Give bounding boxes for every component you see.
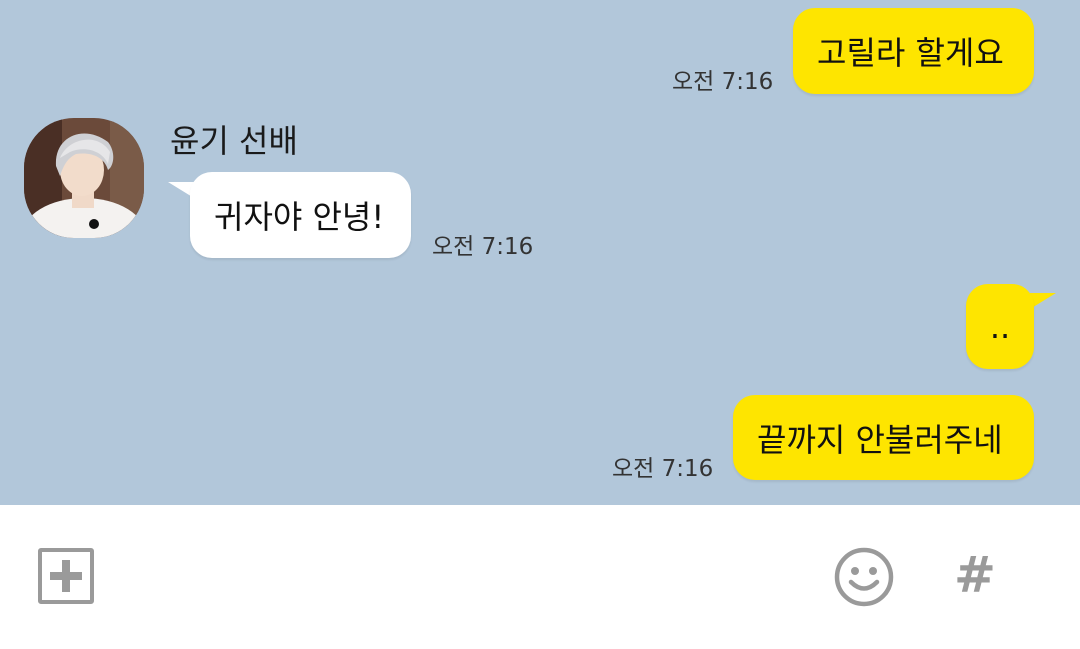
message-bubble-outgoing[interactable]: 고릴라 할게요 — [793, 8, 1034, 94]
message-bubble-incoming[interactable]: 귀자야 안녕! — [190, 172, 411, 258]
sender-name: 윤기 선배 — [170, 122, 298, 160]
chat-area: 고릴라 할게요 오전 7:16 윤기 선배 귀자야 안녕! 오전 7:16 ..… — [0, 0, 1080, 505]
message-text: 끝까지 안불러주네 — [757, 420, 1003, 459]
hashtag-button[interactable]: # — [952, 548, 998, 602]
input-bar — [0, 505, 1080, 649]
message-timestamp: 오전 7:16 — [672, 69, 774, 95]
message-bubble-outgoing[interactable]: 끝까지 안불러주네 — [733, 395, 1034, 480]
smiley-icon[interactable] — [833, 546, 895, 608]
message-text: .. — [989, 307, 1011, 346]
message-timestamp: 오전 7:16 — [432, 234, 534, 260]
plus-square-icon[interactable] — [38, 548, 94, 604]
message-bubble-outgoing[interactable]: .. — [966, 284, 1034, 369]
message-text: 귀자야 안녕! — [214, 198, 385, 236]
avatar-image — [24, 118, 144, 238]
message-timestamp: 오전 7:16 — [612, 456, 714, 482]
message-text: 고릴라 할게요 — [817, 34, 1004, 72]
avatar[interactable] — [24, 118, 144, 238]
plus-icon — [50, 560, 82, 592]
